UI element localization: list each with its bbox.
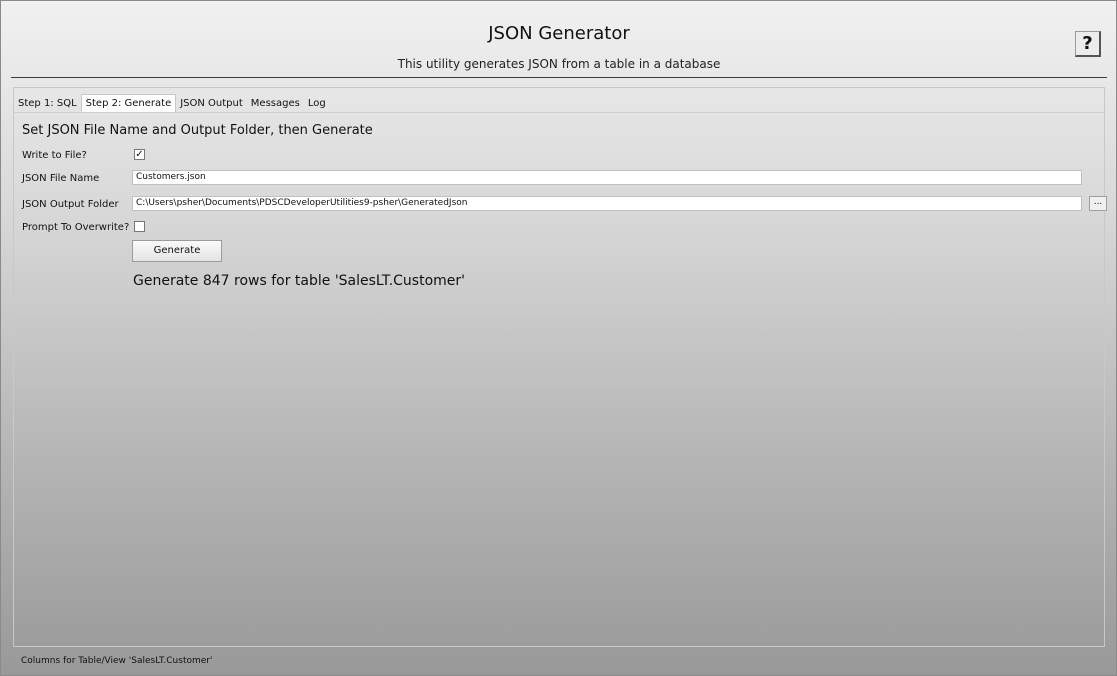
generate-button[interactable]: Generate (132, 240, 222, 262)
tab-log[interactable]: Log (304, 95, 330, 112)
tab-step1-sql[interactable]: Step 1: SQL (14, 95, 81, 112)
checkmark-icon: ✓ (135, 149, 144, 160)
tab-json-output[interactable]: JSON Output (176, 95, 247, 112)
header-divider (11, 77, 1107, 78)
output-folder-label: JSON Output Folder (22, 199, 119, 210)
file-name-field[interactable]: Customers.json (132, 170, 1082, 185)
write-to-file-checkbox[interactable]: ✓ (134, 149, 145, 160)
section-title: Set JSON File Name and Output Folder, th… (22, 123, 373, 138)
prompt-overwrite-checkbox[interactable] (134, 221, 145, 232)
tab-panel: Step 1: SQL Step 2: Generate JSON Output… (13, 87, 1107, 647)
page-title: JSON Generator (488, 23, 630, 44)
result-message: Generate 847 rows for table 'SalesLT.Cus… (133, 273, 466, 289)
tab-step2-generate[interactable]: Step 2: Generate (80, 94, 177, 112)
tab-strip: Step 1: SQL Step 2: Generate JSON Output… (14, 92, 1104, 113)
status-bar-text: Columns for Table/View 'SalesLT.Customer… (21, 656, 213, 666)
page-subtitle: This utility generates JSON from a table… (397, 57, 721, 71)
header: JSON Generator This utility generates JS… (11, 11, 1107, 75)
help-button[interactable]: ? (1075, 31, 1101, 57)
browse-folder-button[interactable]: ... (1089, 196, 1107, 211)
output-folder-field[interactable]: C:\Users\psher\Documents\PDSCDeveloperUt… (132, 196, 1082, 211)
prompt-overwrite-label: Prompt To Overwrite? (22, 222, 130, 233)
write-to-file-label: Write to File? (22, 150, 87, 161)
app-window: JSON Generator This utility generates JS… (0, 0, 1117, 676)
file-name-label: JSON File Name (22, 173, 100, 184)
tab-messages[interactable]: Messages (247, 95, 304, 112)
